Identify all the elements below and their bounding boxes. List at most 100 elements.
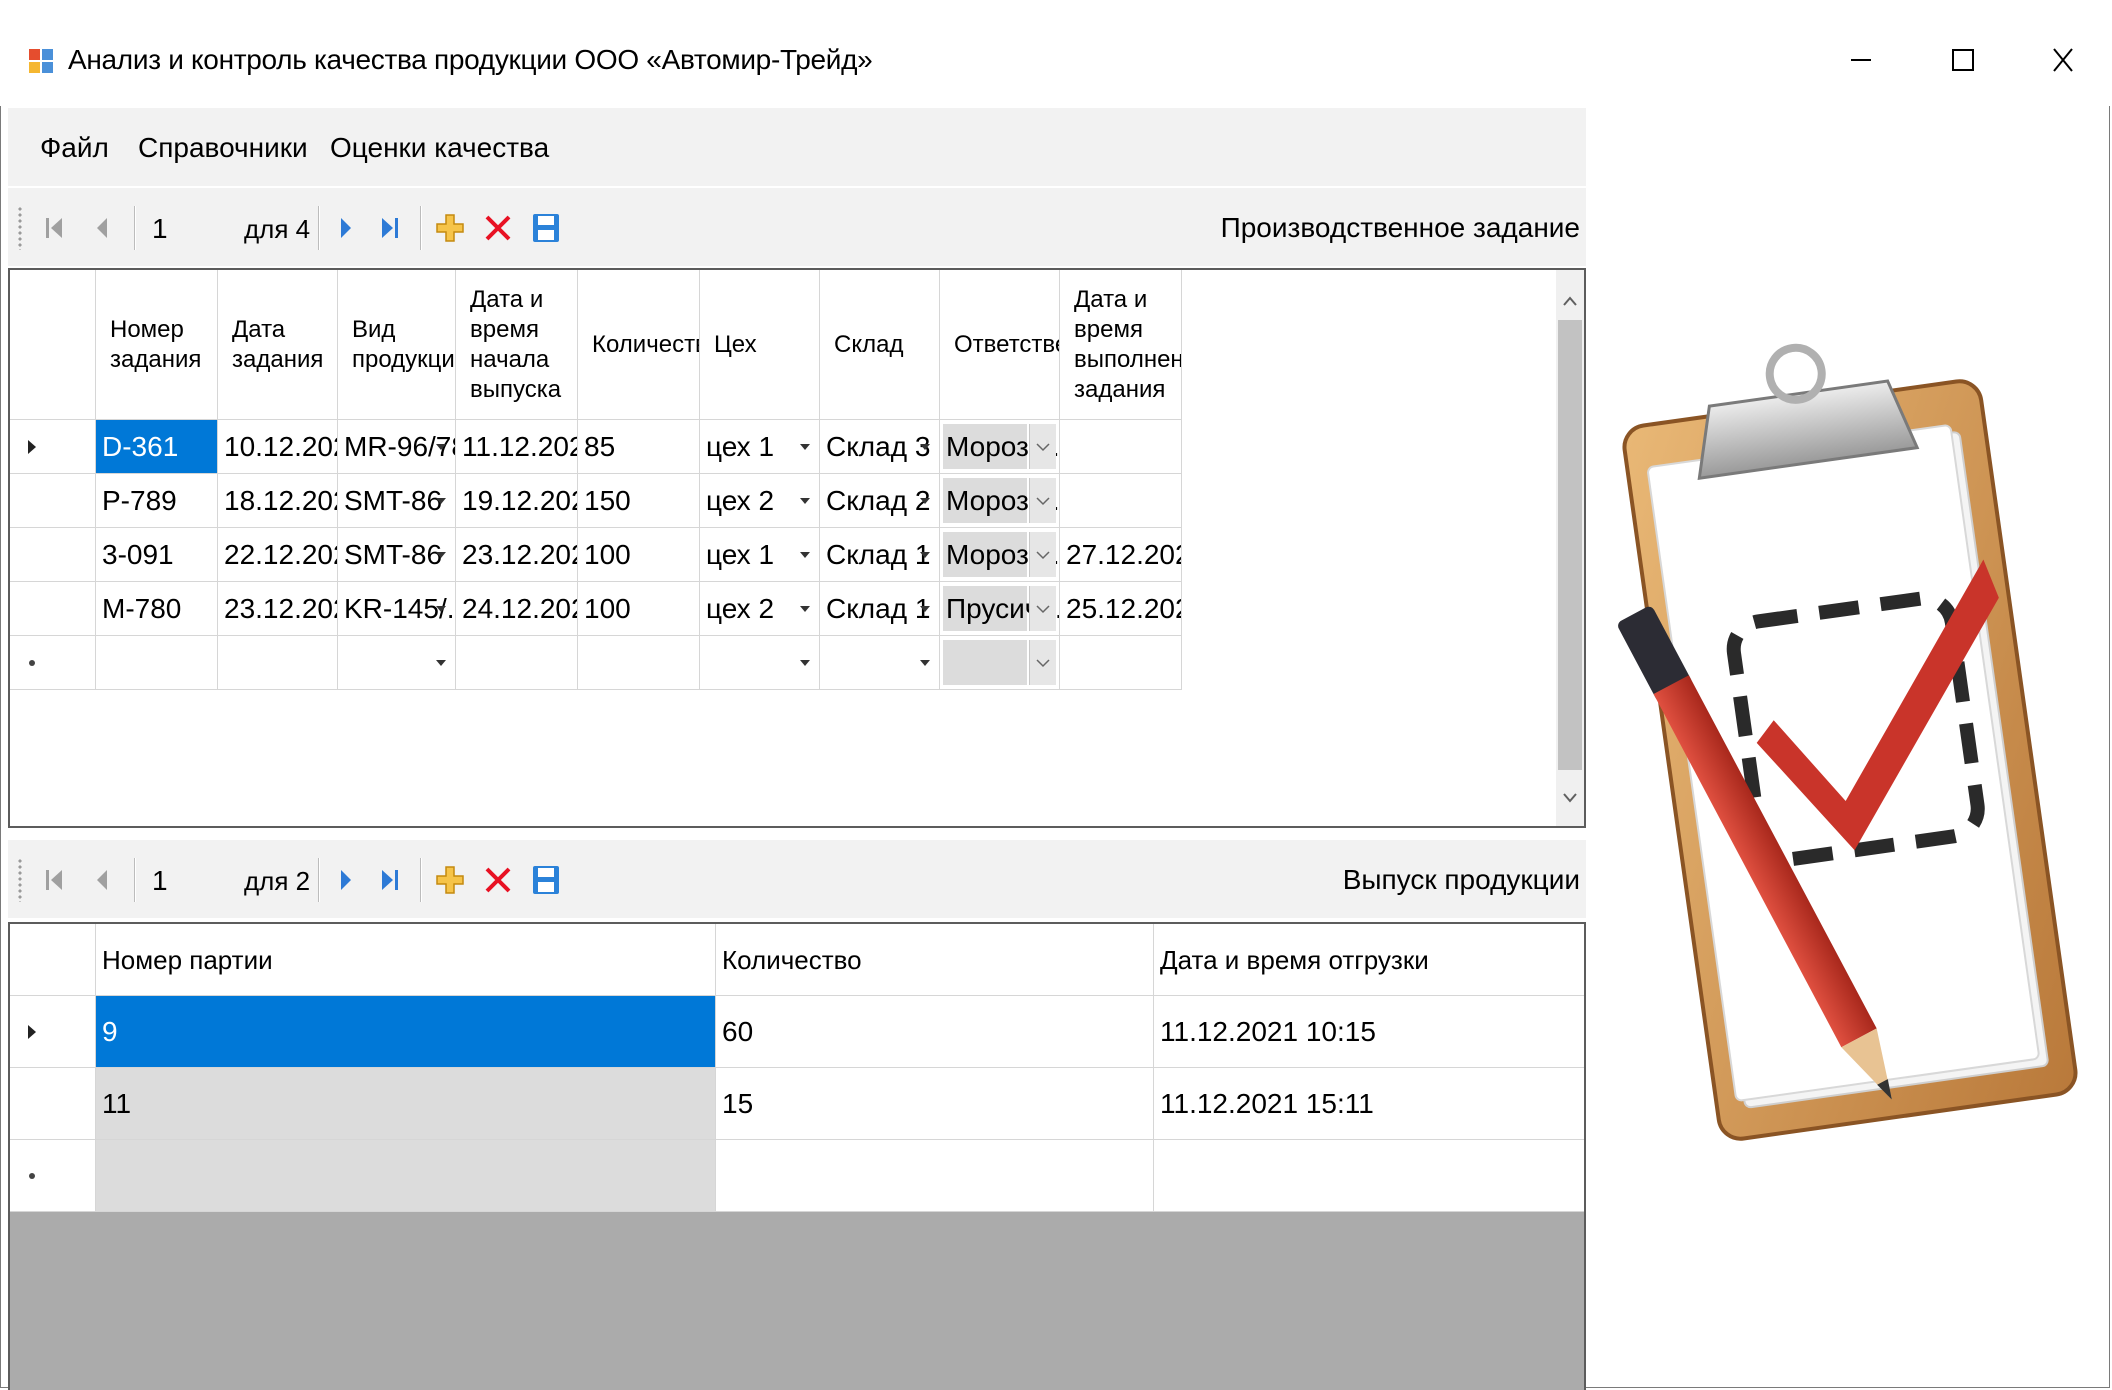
scroll-thumb[interactable] [1558, 320, 1582, 770]
task-cell[interactable]: KR-145/... [338, 582, 456, 636]
delete-button[interactable] [480, 210, 516, 246]
toolbar-grip[interactable] [18, 858, 22, 902]
combo-dropdown-icon[interactable] [431, 437, 451, 457]
combo-dropdown-icon[interactable] [795, 545, 815, 565]
position-input[interactable] [148, 208, 244, 250]
task-cell[interactable]: 19.12.2021 [456, 474, 578, 528]
combo-dropdown-icon[interactable] [431, 653, 451, 673]
save-button[interactable] [528, 210, 564, 246]
task-cell[interactable]: MR-96/78 [338, 420, 456, 474]
column-header[interactable]: Количество [716, 924, 1154, 996]
batch-cell[interactable] [716, 1140, 1154, 1212]
task-cell[interactable]: цех 1 [700, 420, 820, 474]
task-cell[interactable]: 11.12.2021 [456, 420, 578, 474]
batch-cell[interactable]: 15 [716, 1068, 1154, 1140]
task-cell[interactable]: 24.12.2021 [456, 582, 578, 636]
task-cell[interactable]: Склад 1 [820, 528, 940, 582]
column-header[interactable]: Ответственн [940, 270, 1060, 420]
task-cell[interactable]: Склад 3 [820, 420, 940, 474]
task-cell[interactable]: цех 1 [700, 528, 820, 582]
row-header[interactable] [10, 582, 96, 636]
chevron-down-icon[interactable] [1029, 478, 1056, 523]
row-header[interactable] [10, 420, 96, 474]
delete-button[interactable] [480, 862, 516, 898]
column-header[interactable]: Дата задания [218, 270, 338, 420]
task-cell[interactable]: 10.12.2021 [218, 420, 338, 474]
task-cell[interactable]: M-780 [96, 582, 218, 636]
task-cell[interactable] [1060, 420, 1182, 474]
task-cell[interactable] [820, 636, 940, 690]
batch-cell[interactable] [1154, 1140, 1584, 1212]
task-cell[interactable] [1060, 474, 1182, 528]
batch-cell[interactable]: 11.12.2021 15:11 [1154, 1068, 1584, 1140]
combo-dropdown-icon[interactable] [915, 599, 935, 619]
task-cell[interactable]: Морозо... [940, 474, 1060, 528]
task-cell[interactable]: 3-091 [96, 528, 218, 582]
tasks-vertical-scrollbar[interactable] [1556, 270, 1584, 826]
task-cell[interactable]: 22.12.2021 [218, 528, 338, 582]
scroll-down-icon[interactable] [1556, 784, 1584, 812]
row-header[interactable] [10, 528, 96, 582]
column-header[interactable]: Дата и время начала выпуска [456, 270, 578, 420]
batch-cell[interactable]: 11 [96, 1068, 716, 1140]
add-new-button[interactable] [432, 862, 468, 898]
task-cell[interactable] [456, 636, 578, 690]
chevron-down-icon[interactable] [1029, 532, 1056, 577]
move-first-button[interactable] [36, 210, 72, 246]
column-header[interactable]: Номер партии [96, 924, 716, 996]
position-input[interactable] [148, 860, 244, 902]
maximize-button[interactable] [1928, 30, 1998, 90]
task-cell[interactable]: Морозо... [940, 420, 1060, 474]
move-previous-button[interactable] [84, 210, 120, 246]
responsible-combo-box[interactable] [943, 640, 1027, 685]
move-next-button[interactable] [328, 210, 364, 246]
combo-dropdown-icon[interactable] [915, 437, 935, 457]
column-header[interactable]: Количество [578, 270, 700, 420]
task-cell[interactable]: 25.12.2021 1... [1060, 582, 1182, 636]
task-cell[interactable]: Склад 2 [820, 474, 940, 528]
chevron-down-icon[interactable] [1029, 424, 1056, 469]
column-header[interactable]: Вид продукции [338, 270, 456, 420]
move-first-button[interactable] [36, 862, 72, 898]
minimize-button[interactable] [1826, 30, 1896, 90]
task-cell[interactable] [940, 636, 1060, 690]
row-header[interactable] [10, 474, 96, 528]
task-cell[interactable]: 100 [578, 582, 700, 636]
task-cell[interactable] [218, 636, 338, 690]
combo-dropdown-icon[interactable] [795, 491, 815, 511]
move-previous-button[interactable] [84, 862, 120, 898]
toolbar-grip[interactable] [18, 206, 22, 250]
combo-dropdown-icon[interactable] [915, 653, 935, 673]
move-next-button[interactable] [328, 862, 364, 898]
combo-dropdown-icon[interactable] [795, 437, 815, 457]
menu-quality-evaluations[interactable]: Оценки качества [330, 132, 549, 164]
task-cell[interactable]: 23.12.2021 [456, 528, 578, 582]
menu-references[interactable]: Справочники [138, 132, 308, 164]
task-cell[interactable]: 18.12.2021 [218, 474, 338, 528]
row-header[interactable] [10, 996, 96, 1068]
save-button[interactable] [528, 862, 564, 898]
move-last-button[interactable] [372, 862, 408, 898]
scroll-up-icon[interactable] [1556, 288, 1584, 316]
chevron-down-icon[interactable] [1029, 640, 1056, 685]
task-cell[interactable]: 150 [578, 474, 700, 528]
menu-file[interactable]: Файл [40, 132, 109, 164]
combo-dropdown-icon[interactable] [915, 545, 935, 565]
new-row-header[interactable] [10, 636, 96, 690]
task-cell[interactable] [338, 636, 456, 690]
task-cell[interactable]: 85 [578, 420, 700, 474]
batches-grid[interactable]: Номер партии Количество Дата и время отгру… [8, 922, 1586, 1390]
close-button[interactable] [2028, 30, 2098, 90]
task-cell[interactable]: P-789 [96, 474, 218, 528]
column-header[interactable]: Дата и время выполнения задания [1060, 270, 1182, 420]
combo-dropdown-icon[interactable] [431, 491, 451, 511]
task-cell[interactable]: Прусич ... [940, 582, 1060, 636]
batch-cell[interactable]: 60 [716, 996, 1154, 1068]
task-cell[interactable] [578, 636, 700, 690]
task-cell[interactable]: D-361 [96, 420, 218, 474]
task-cell[interactable]: Склад 1 [820, 582, 940, 636]
combo-dropdown-icon[interactable] [431, 545, 451, 565]
column-header[interactable]: Дата и время отгрузки [1154, 924, 1584, 996]
batch-cell[interactable]: 9 [96, 996, 716, 1068]
move-last-button[interactable] [372, 210, 408, 246]
